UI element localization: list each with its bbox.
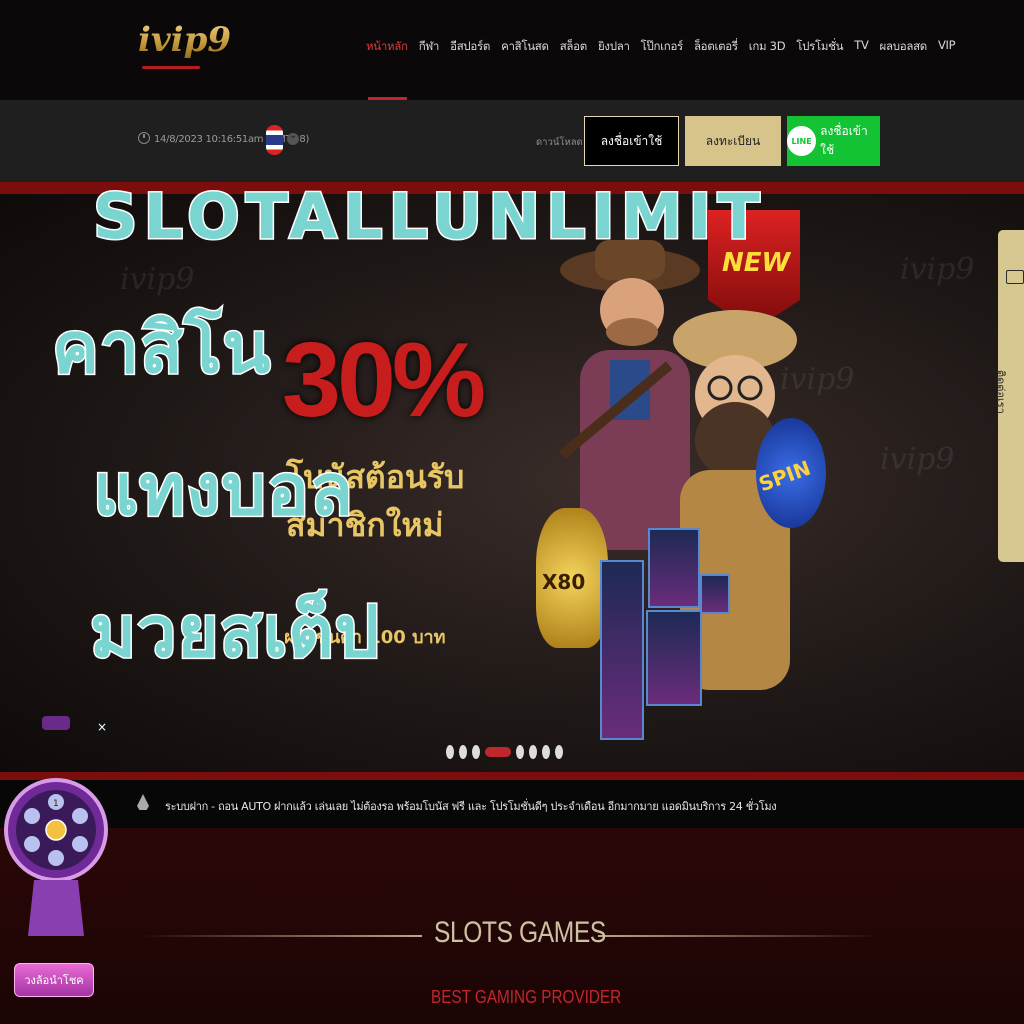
carousel-dot[interactable] (529, 745, 537, 759)
lucky-wheel-button[interactable]: วงล้อนำโชค (14, 963, 94, 997)
carousel-dot[interactable] (459, 745, 467, 759)
slot-machine-image (700, 574, 730, 614)
slot-machine-image (648, 528, 700, 608)
thai-flag-icon[interactable] (266, 125, 283, 155)
contact-label: ติดต่อเรา (994, 370, 1007, 414)
clock-icon (138, 132, 150, 144)
register-button[interactable]: ลงทะเบียน (685, 116, 781, 166)
logo-text: ivip9 (138, 20, 232, 60)
overlay-title: SLOTALLUNLIMIT (92, 179, 766, 255)
menu-item[interactable]: โป๊กเกอร์ (641, 38, 684, 56)
menu-item[interactable]: สล็อต (560, 38, 588, 56)
divider-left (140, 935, 422, 937)
menu-item[interactable]: กีฬา (419, 38, 440, 56)
menu-item[interactable]: ผลบอลสด (880, 38, 928, 56)
line-login-button[interactable]: LINE ลงชื่อเข้าใช้ (787, 116, 880, 166)
spin-badge-text: SPIN (755, 455, 814, 497)
mail-icon (1006, 270, 1024, 284)
coin-bag-image: X80 (536, 508, 608, 648)
wheel-number: 1 (53, 799, 59, 809)
lucky-wheel-widget[interactable]: 1 (4, 716, 108, 944)
carousel-dots (446, 745, 563, 759)
menu-item[interactable]: TV (854, 38, 869, 56)
menu-item[interactable]: ล็อตเตอรี่ (694, 38, 738, 56)
section-title: SLOTS GAMES (434, 916, 606, 949)
ticker-text: ระบบฝาก - ถอน AUTO ฝากแล้ว เล่นเลย ไม่ต้… (165, 800, 777, 813)
overlay-line-2: คาสิโน (50, 306, 272, 391)
carousel-dot[interactable] (485, 747, 511, 757)
menu-item[interactable]: VIP (938, 38, 956, 56)
carousel-dot[interactable] (446, 745, 454, 759)
spin-badge: SPIN (756, 418, 826, 528)
promo-percent: 30% (282, 321, 486, 439)
contact-side-tab[interactable]: ติดต่อเรา (994, 230, 1024, 562)
logo-underline (142, 66, 200, 69)
menu-item[interactable]: ยิงปลา (598, 38, 630, 56)
carousel-dot[interactable] (516, 745, 524, 759)
overlay-line-4: มวยสเต็ป (88, 590, 381, 675)
coin-bag-label: X80 (542, 570, 586, 594)
main-menu: หน้าหลัก กีฬา อีสปอร์ต คาสิโนสด สล็อต ยิงปลา โ… (366, 38, 966, 56)
site-logo[interactable]: ivip9 (138, 20, 231, 80)
menu-item[interactable]: อีสปอร์ต (450, 38, 490, 56)
line-login-label: ลงชื่อเข้าใช้ (820, 124, 868, 157)
section-subtitle: BEST GAMING PROVIDER (431, 987, 622, 1007)
slot-machine-image (646, 610, 702, 706)
menu-item[interactable]: โปรโมชั่น (796, 38, 843, 56)
carousel-dot[interactable] (472, 745, 480, 759)
menu-item[interactable]: คาสิโนสด (501, 38, 549, 56)
login-button[interactable]: ลงชื่อเข้าใช้ (584, 116, 679, 166)
close-icon[interactable]: × (93, 718, 111, 736)
carousel-dot[interactable] (555, 745, 563, 759)
line-icon: LINE (787, 126, 817, 156)
datetime-text: 14/8/2023 10:16:51am (GMT+8) (154, 134, 310, 145)
overlay-line-3: แทงบอล (92, 448, 355, 533)
slot-machine-image (600, 560, 644, 740)
divider-right (598, 935, 880, 937)
page: ivip9 หน้าหลัก กีฬา อีสปอร์ต คาสิโนสด สล็อต ย… (0, 0, 1024, 1024)
menu-item[interactable]: หน้าหลัก (366, 38, 408, 56)
carousel-dot[interactable] (542, 745, 550, 759)
chevron-down-icon[interactable] (287, 130, 299, 145)
menu-item[interactable]: เกม 3D (749, 38, 786, 56)
download-link[interactable]: ดาวน์โหลด (536, 135, 583, 150)
